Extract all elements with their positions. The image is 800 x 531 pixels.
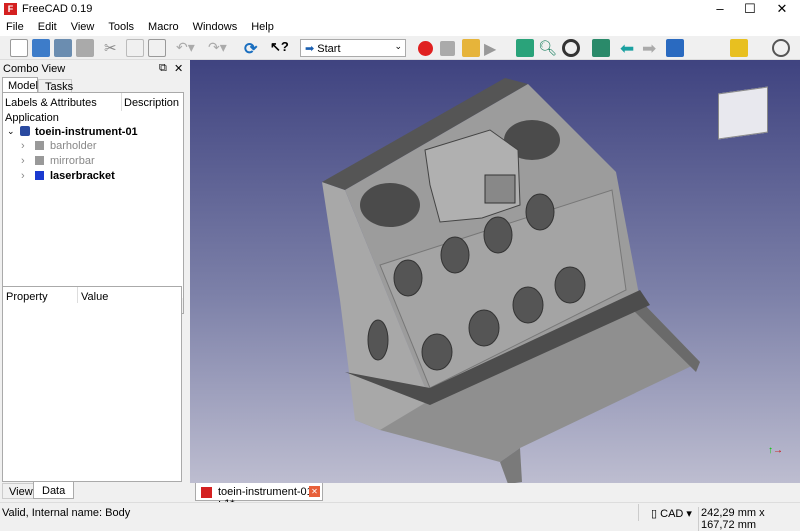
axis-cross-icon: ↑→ [768, 445, 783, 456]
part-icon[interactable] [730, 39, 748, 57]
status-bar: Valid, Internal name: Body ▯ CAD ▾ 242,2… [0, 502, 800, 531]
tab-model[interactable]: Model [2, 77, 38, 93]
open-file-icon[interactable] [32, 39, 50, 57]
3d-viewport[interactable]: ↑→ [190, 60, 800, 484]
redo-icon[interactable]: ↷▾ [208, 39, 227, 57]
window-title: FreeCAD 0.19 [22, 3, 93, 15]
chevron-down-icon: ⌄ [394, 41, 402, 51]
navigation-cube[interactable] [718, 86, 768, 140]
body-icon [35, 171, 44, 180]
view-isometric-icon[interactable] [592, 39, 610, 57]
chevron-right-icon[interactable]: › [21, 140, 25, 152]
chevron-right-icon[interactable]: › [21, 170, 25, 182]
mouse-icon: ▯ [651, 508, 658, 520]
tree-root: Application [5, 112, 59, 124]
close-panel-icon[interactable]: ✕ [174, 62, 183, 75]
close-button[interactable]: ✕ [767, 0, 797, 18]
workbench-selector[interactable]: ➡ Start ⌄ [300, 39, 406, 57]
maximize-button[interactable]: ☐ [735, 0, 765, 18]
save-as-icon[interactable] [76, 39, 94, 57]
tab-data[interactable]: Data [33, 482, 75, 499]
run-macro-icon[interactable]: ▶ [484, 39, 502, 58]
whats-this-icon[interactable]: ↖? [270, 39, 289, 57]
chevron-down-icon[interactable]: ⌄ [7, 126, 15, 137]
title-bar: F FreeCAD 0.19 – ☐ ✕ [0, 0, 800, 18]
section-icon[interactable] [772, 39, 790, 57]
tree-item-laserbracket[interactable]: laserbracket [50, 170, 115, 182]
dimensions-readout: 242,29 mm x 167,72 mm [698, 507, 800, 531]
forward-arrow-icon[interactable]: ➡ [642, 39, 660, 58]
header-labels[interactable]: Labels & Attributes [5, 97, 97, 109]
menu-macro[interactable]: Macro [146, 18, 185, 36]
close-tab-icon[interactable]: ✕ [309, 486, 320, 497]
status-message: Valid, Internal name: Body [2, 507, 131, 519]
refresh-icon[interactable]: ⟳ [244, 39, 262, 58]
save-icon[interactable] [54, 39, 72, 57]
menu-help[interactable]: Help [249, 18, 280, 36]
menu-windows[interactable]: Windows [191, 18, 244, 36]
workbench-label: Start [317, 43, 341, 55]
tree-document[interactable]: toein-instrument-01 [35, 126, 138, 138]
back-arrow-icon[interactable]: ⬅ [620, 39, 638, 58]
body-icon [35, 156, 44, 165]
document-icon [20, 126, 30, 136]
menu-edit[interactable]: Edit [36, 18, 63, 36]
document-tab[interactable]: toein-instrument-01 : 1* ✕ [195, 483, 323, 510]
model-render [322, 78, 700, 484]
paste-icon[interactable] [148, 39, 166, 57]
chevron-right-icon[interactable]: › [21, 155, 25, 167]
menu-bar: File Edit View Tools Macro Windows Help [0, 18, 800, 36]
stop-macro-icon[interactable] [440, 41, 455, 56]
header-description[interactable]: Description [121, 93, 181, 111]
new-file-icon[interactable] [10, 39, 28, 57]
menu-view[interactable]: View [69, 18, 101, 36]
document-tabs: toein-instrument-01 : 1* ✕ [190, 483, 800, 510]
cut-icon[interactable]: ✂ [104, 39, 122, 57]
menu-tools[interactable]: Tools [106, 18, 140, 36]
copy-icon[interactable] [126, 39, 144, 57]
tree-item-mirrorbar[interactable]: mirrorbar [50, 155, 95, 167]
freecad-logo-icon [201, 487, 212, 498]
model-tree: Labels & Attributes Description Applicat… [2, 92, 184, 314]
combo-view-title: Combo View [3, 63, 66, 75]
minimize-button[interactable]: – [705, 0, 735, 18]
start-arrow-icon: ➡ [305, 43, 315, 55]
float-icon[interactable]: ⧉ [159, 62, 167, 75]
nav-style-label: CAD [660, 508, 684, 520]
tab-tasks[interactable]: Tasks [38, 79, 73, 93]
fit-selection-icon[interactable]: 🔍︎ [538, 39, 557, 57]
body-icon [35, 141, 44, 150]
combo-view: Combo View ⧉ ✕ Model Tasks Labels & Attr… [0, 60, 186, 502]
freecad-logo-icon: F [4, 3, 17, 15]
menu-file[interactable]: File [4, 18, 30, 36]
undo-icon[interactable]: ↶▾ [176, 39, 195, 57]
tree-item-barholder[interactable]: barholder [50, 140, 96, 152]
fit-all-icon[interactable] [516, 39, 534, 57]
navigation-style-button[interactable]: ▯ CAD ▾ [638, 504, 697, 521]
edit-macro-icon[interactable] [462, 39, 480, 57]
toolbar: ✂ ↶▾ ↷▾ ⟳ ↖? ➡ Start ⌄ ▶ 🔍︎ ⬅ ➡ [0, 36, 800, 60]
header-property[interactable]: Property [6, 291, 48, 303]
std-views-icon[interactable] [666, 39, 684, 57]
header-value[interactable]: Value [77, 287, 111, 303]
draw-style-icon[interactable] [562, 39, 580, 57]
record-macro-icon[interactable] [418, 41, 433, 56]
property-editor: Property Value [2, 286, 182, 482]
